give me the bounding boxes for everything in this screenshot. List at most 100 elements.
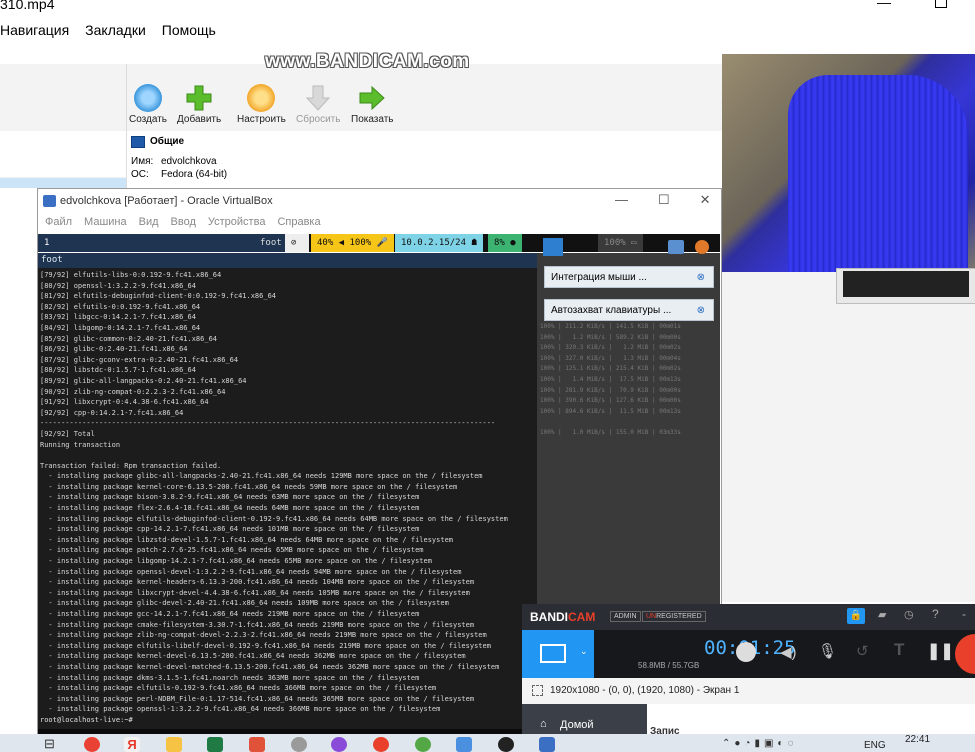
menu-navigation[interactable]: Навигация bbox=[0, 22, 69, 38]
app-icon[interactable] bbox=[291, 737, 307, 752]
vivaldi-icon[interactable] bbox=[373, 737, 389, 752]
speaker-icon[interactable]: ◀) bbox=[780, 643, 797, 661]
excel-icon[interactable] bbox=[207, 737, 223, 752]
language-indicator[interactable]: ENG bbox=[864, 740, 886, 751]
vm-indicator-icon bbox=[543, 238, 563, 256]
minimize-bandicam-icon[interactable]: - bbox=[962, 607, 966, 621]
keyboard-capture-notification[interactable]: Автозахват клавиатуры ... ⊗ bbox=[544, 299, 714, 321]
vm-menu-help[interactable]: Справка bbox=[277, 216, 320, 228]
chevron-down-icon[interactable]: ⌄ bbox=[580, 646, 588, 657]
show-arrow-icon bbox=[358, 84, 386, 112]
text-overlay-icon[interactable]: T bbox=[894, 640, 904, 660]
window-title: 310.mp4 bbox=[0, 0, 55, 12]
vbox-manager-selected-vm[interactable] bbox=[0, 178, 126, 188]
terminal-line: - installing package kernel-devel-6.13.5… bbox=[40, 652, 466, 661]
volume-indicator[interactable]: 40% ◀ 100% 🎤 bbox=[311, 234, 394, 252]
yandex-icon[interactable]: Я bbox=[124, 737, 140, 752]
menu-help[interactable]: Помощь bbox=[162, 22, 216, 38]
terminal-line: - installing package elfutils-libelf-dev… bbox=[40, 641, 491, 650]
help-icon[interactable]: ? bbox=[932, 607, 939, 621]
terminal-line: [79/92] elfutils-libs-0:0.192-9.fc41.x86… bbox=[40, 271, 222, 279]
bandicam-task-icon[interactable] bbox=[498, 737, 514, 752]
file-explorer-icon[interactable] bbox=[166, 737, 182, 752]
background-area bbox=[722, 272, 975, 602]
microphone-icon[interactable]: 🎙 bbox=[818, 642, 837, 660]
settings-button[interactable]: Настроить bbox=[237, 84, 286, 125]
os-value: Fedora (64-bit) bbox=[161, 169, 228, 180]
vm-menu-devices[interactable]: Устройства bbox=[208, 216, 266, 228]
terminal-line: - installing package kernel-core-6.13.5-… bbox=[40, 482, 458, 491]
progress-line: 100% | 1.0 MiB/s | 155.0 MiB | 03m33s bbox=[540, 428, 681, 436]
discard-button[interactable]: Сбросить bbox=[296, 84, 340, 125]
unregistered-badge: UNREGISTERED bbox=[642, 611, 706, 622]
pause-icon[interactable]: ❚❚ bbox=[927, 641, 954, 661]
vm-preview-thumbnail bbox=[836, 268, 975, 304]
terminal-line: - installing package libxcrypt-devel-4.4… bbox=[40, 588, 470, 597]
workspace-indicator[interactable]: 1 bbox=[38, 234, 290, 252]
webcam-icon[interactable] bbox=[736, 642, 756, 662]
region-text: 1920x1080 - (0, 0), (1920, 1080) - Экран… bbox=[550, 685, 740, 696]
discard-arrow-icon bbox=[304, 84, 332, 112]
vm-menu-bar: Файл Машина Вид Ввод Устройства Справка bbox=[45, 216, 321, 228]
keyboard-capture-icon[interactable]: ⊗ bbox=[697, 300, 705, 322]
terminal-line: - installing package kernel-devel-matche… bbox=[40, 662, 500, 671]
vm-maximize-icon[interactable]: ☐ bbox=[658, 192, 670, 208]
lock-icon[interactable]: 🔒 bbox=[847, 608, 865, 624]
cpu-indicator: 8% ● bbox=[488, 234, 522, 252]
admin-badge: ADMIN bbox=[610, 611, 641, 622]
vm-menu-file[interactable]: Файл bbox=[45, 216, 72, 228]
mouse-integration-icon[interactable]: ⊗ bbox=[697, 267, 705, 289]
terminal-output[interactable]: [79/92] elfutils-libs-0:0.192-9.fc41.x86… bbox=[40, 270, 537, 726]
terminal-line: - installing package glibc-all-langpacks… bbox=[40, 472, 483, 481]
anydesk-icon[interactable] bbox=[249, 737, 265, 752]
whatsapp-icon[interactable] bbox=[415, 737, 431, 752]
clock-time[interactable]: 22:41 bbox=[905, 734, 930, 745]
home-nav-item[interactable]: Домой bbox=[560, 719, 594, 731]
terminal-line: - installing package bison-3.8.2-9.fc41.… bbox=[40, 493, 420, 502]
terminal-line: [80/92] openssl-1:3.2.2-9.fc41.x86_64 bbox=[40, 281, 196, 290]
vm-minimize-icon[interactable]: — bbox=[615, 192, 628, 208]
name-label: Имя: bbox=[131, 156, 154, 167]
terminal-line: Running transaction bbox=[40, 440, 121, 449]
bandicam-header: BANDICAM ADMIN UNREGISTERED 🔒 ▰ ◷ ? - bbox=[522, 604, 975, 630]
vm-close-icon[interactable]: ✕ bbox=[700, 192, 711, 208]
maximize-icon[interactable] bbox=[935, 0, 947, 8]
terminal-title: foot bbox=[38, 253, 537, 268]
terminal-line: - installing package dkms-3.1.5-1.fc41.n… bbox=[40, 673, 420, 682]
virtualbox-task-icon[interactable] bbox=[539, 737, 555, 752]
terminal-line: [83/92] libgcc-0:14.2.1-7.fc41.x86_64 bbox=[40, 313, 196, 322]
folder-icon[interactable]: ▰ bbox=[878, 608, 886, 621]
screen-mode-button[interactable]: ⌄ bbox=[522, 630, 594, 678]
terminal-line: - installing package cmake-filesystem-3.… bbox=[40, 620, 475, 629]
progress-line: 100% | 211.2 KiB/s | 141.5 KiB | 00m01s bbox=[540, 323, 681, 330]
terminal-line: - installing package openssl-devel-1:3.2… bbox=[40, 567, 462, 576]
terminal-line: [91/92] libxcrypt-0:4.4.38-6.fc41.x86_64 bbox=[40, 398, 209, 407]
clock-icon[interactable]: ◷ bbox=[904, 608, 914, 621]
tray-icons[interactable]: ⌃●◔▮▣◐◌ bbox=[722, 738, 797, 749]
create-button[interactable]: Создать bbox=[129, 84, 167, 125]
stop-record-icon[interactable] bbox=[955, 634, 975, 674]
create-gear-icon bbox=[134, 84, 162, 112]
mouse-integration-notification[interactable]: Интеграция мыши ... ⊗ bbox=[544, 266, 714, 288]
progress-line: 100% | 327.0 KiB/s | 1.3 MiB | 00m04s bbox=[540, 354, 681, 362]
cursor-effects-icon[interactable]: ↺ bbox=[856, 642, 869, 660]
vm-menu-view[interactable]: Вид bbox=[139, 216, 159, 228]
terminal-line: - installing package libgomp-14.2.1-7.fc… bbox=[40, 557, 432, 566]
minimize-icon[interactable]: — bbox=[877, 0, 891, 10]
network-app-icon[interactable] bbox=[456, 737, 472, 752]
vm-menu-machine[interactable]: Машина bbox=[84, 216, 127, 228]
region-info: 1920x1080 - (0, 0), (1920, 1080) - Экран… bbox=[522, 678, 975, 704]
terminal-line: ----------------------------------------… bbox=[40, 419, 496, 428]
menu-bookmarks[interactable]: Закладки bbox=[85, 22, 146, 38]
chrome-icon[interactable] bbox=[84, 737, 100, 752]
terminal-line: - installing package zlib-ng-compat-deve… bbox=[40, 631, 487, 640]
screen-mode-icon bbox=[540, 644, 566, 663]
browser-icon[interactable] bbox=[331, 737, 347, 752]
vm-menu-input[interactable]: Ввод bbox=[171, 216, 196, 228]
active-app: foot bbox=[254, 234, 288, 252]
add-button[interactable]: Добавить bbox=[177, 84, 221, 125]
task-view-icon[interactable]: ⊟ bbox=[44, 736, 55, 752]
network-indicator[interactable]: 10.0.2.15/24 ☗ bbox=[395, 234, 483, 252]
show-button[interactable]: Показать bbox=[351, 84, 394, 125]
